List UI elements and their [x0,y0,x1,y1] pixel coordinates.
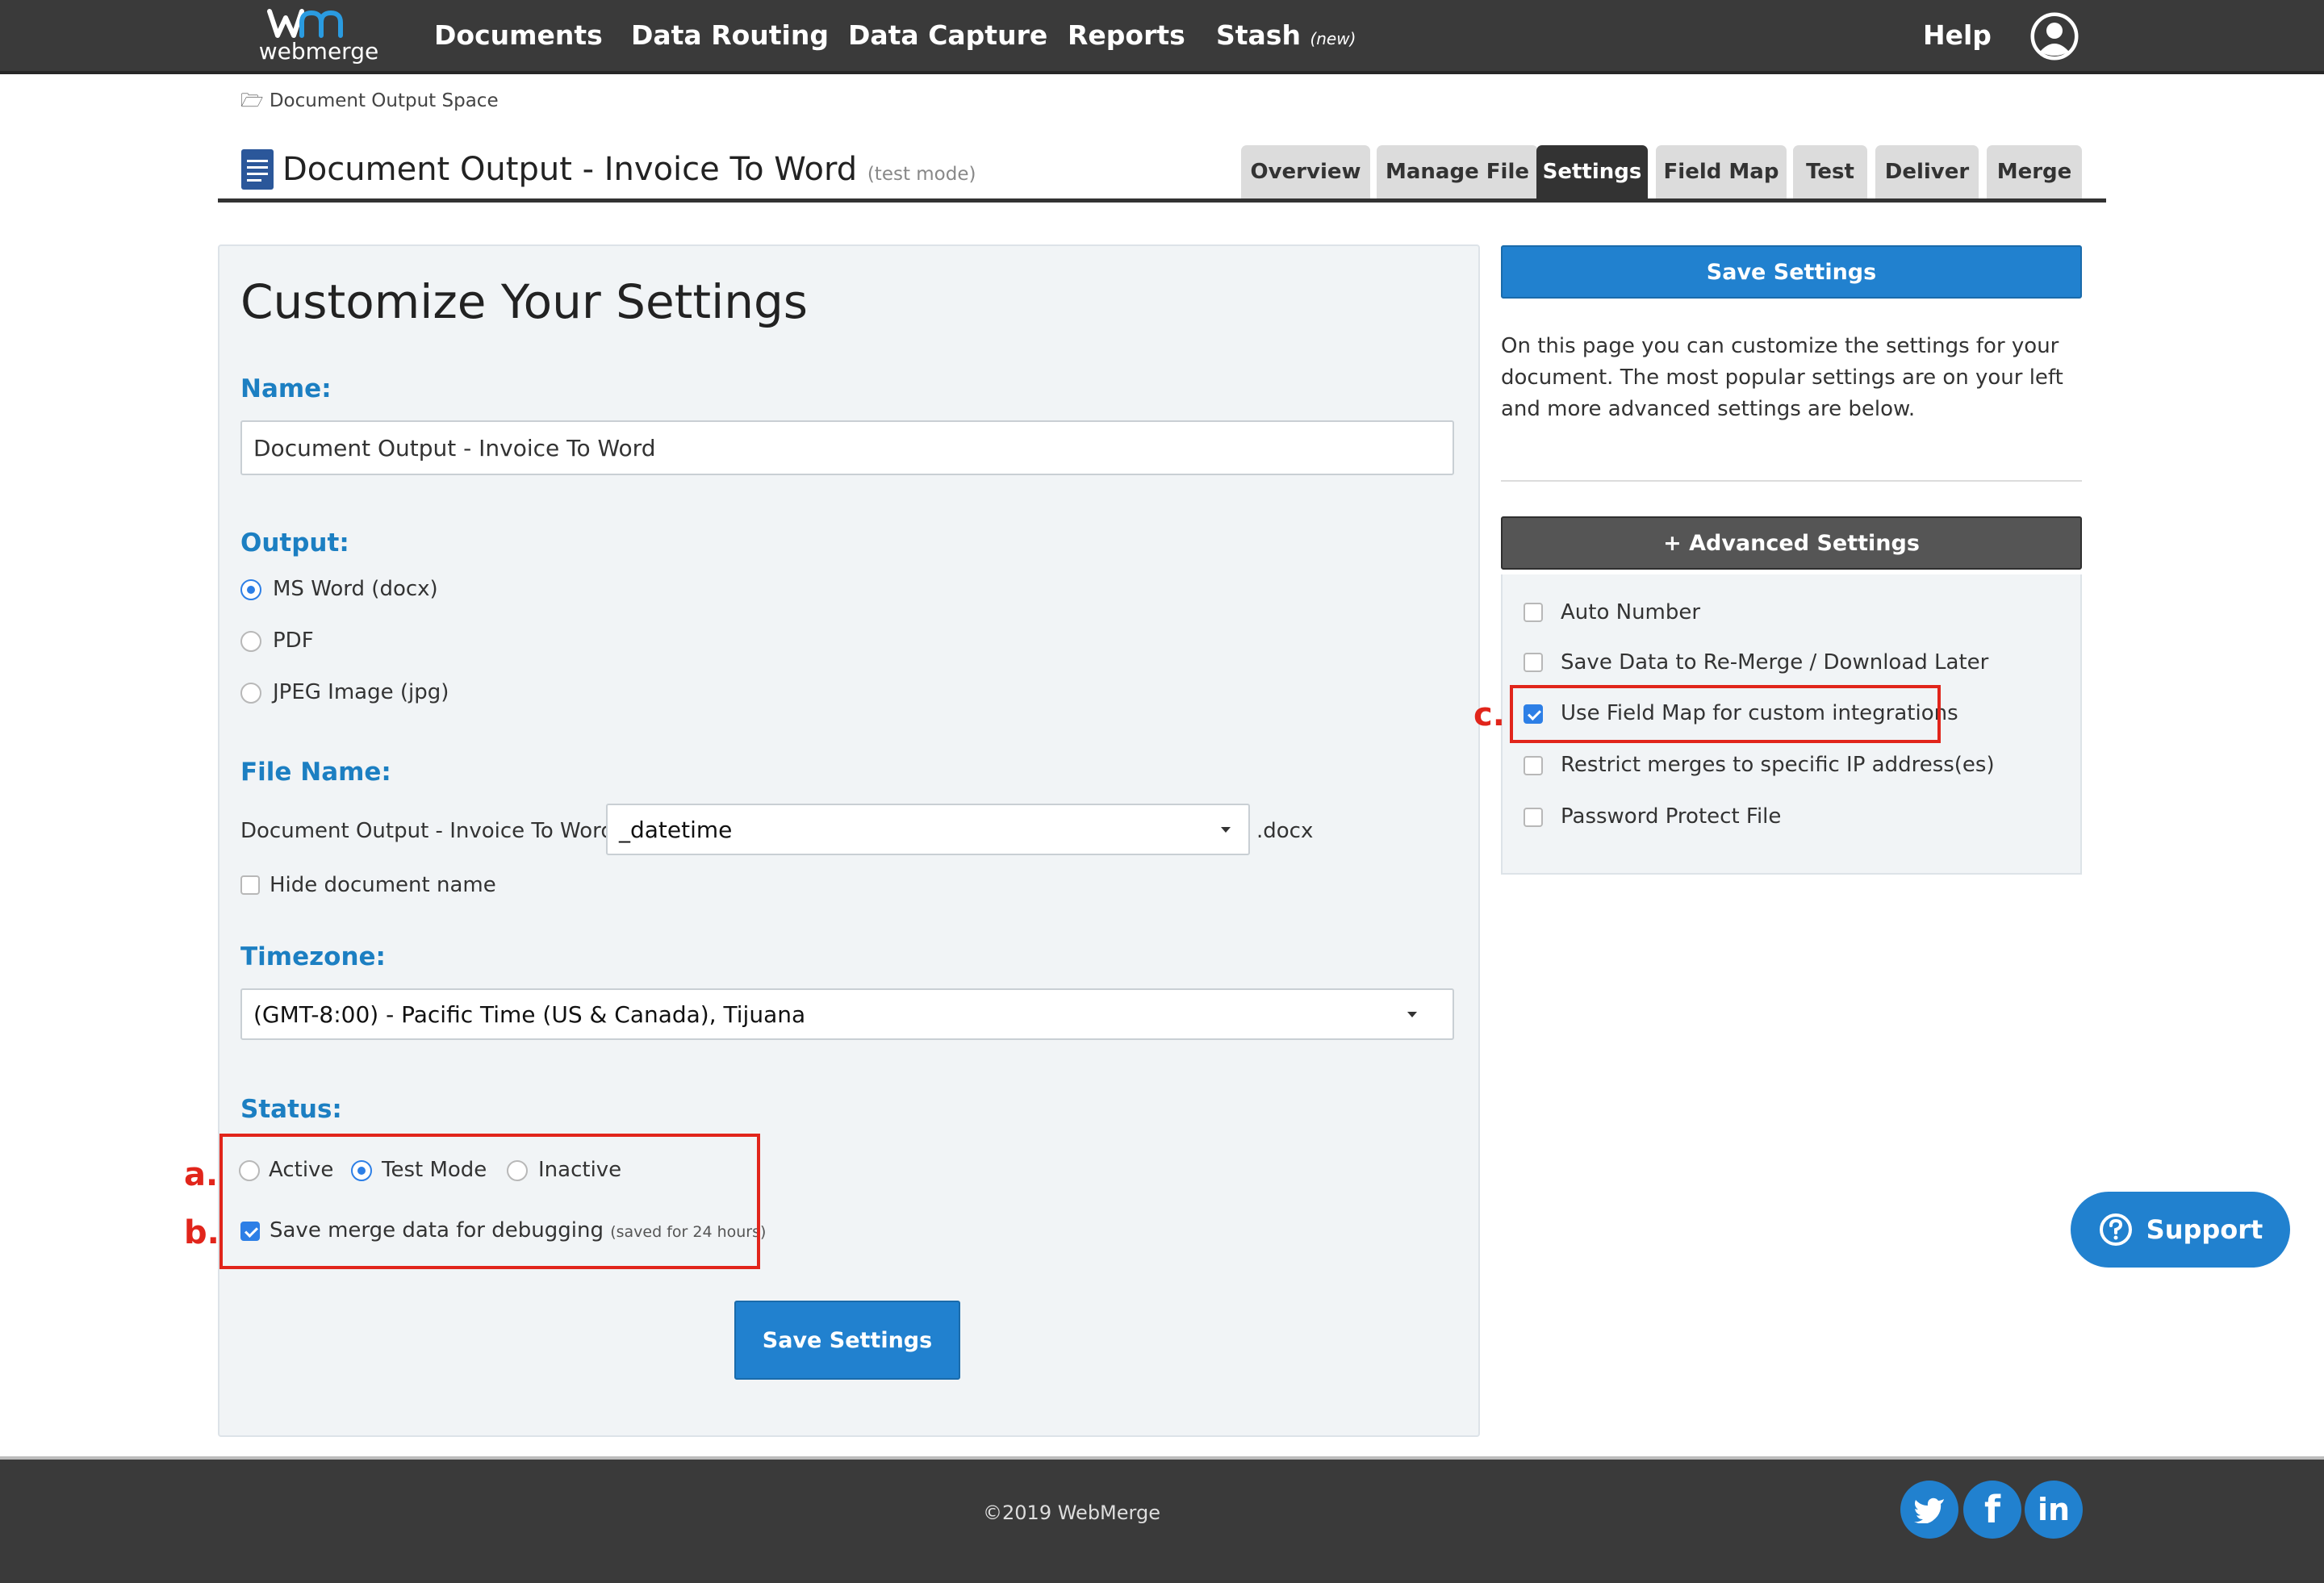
chevron-down-icon [1221,827,1231,833]
nav-stash-badge: (new) [1310,29,1356,48]
nav-data-capture[interactable]: Data Capture [848,18,1047,53]
file-name-label: File Name: [240,758,391,787]
webmerge-logo[interactable]: webmerge [250,5,387,66]
support-label: Support [2146,1214,2263,1245]
page-title: Document Output - Invoice To Word (test … [282,148,976,195]
timezone-select[interactable]: (GMT-8:00) - Pacific Time (US & Canada),… [240,988,1454,1040]
advanced-settings-toggle[interactable]: + Advanced Settings [1501,516,2082,570]
copyright: ©2019 WebMerge [983,1502,1160,1524]
status-label: Status: [240,1095,342,1124]
annotation-box-status [219,1134,760,1269]
tab-merge[interactable]: Merge [1987,145,2082,198]
nav-data-routing[interactable]: Data Routing [631,18,829,53]
hide-name-checkbox[interactable] [240,875,260,895]
help-circle-icon [2099,1213,2132,1246]
tab-underline [218,198,2106,203]
folder-open-icon: 🗁 [240,90,264,111]
file-name-suffix-select[interactable]: _datetime [606,804,1250,855]
output-option-label: PDF [273,629,314,653]
file-name-suffix-value: _datetime [619,816,733,843]
page-title-text: Document Output - Invoice To Word [282,151,858,188]
output-radio-pdf[interactable] [240,631,261,652]
word-document-icon [240,148,274,190]
output-option-label: JPEG Image (jpg) [273,680,449,704]
save-settings-button[interactable]: Save Settings [734,1301,960,1380]
user-avatar-icon[interactable] [2029,11,2079,61]
password-protect-checkbox[interactable] [1524,808,1543,827]
tab-field-map[interactable]: Field Map [1656,145,1787,198]
output-label: Output: [240,528,349,558]
facebook-icon[interactable]: f [1963,1481,2021,1539]
annotation-box-field-map [1510,685,1941,743]
annotation-a: a. [184,1156,219,1193]
restrict-ip-checkbox[interactable] [1524,756,1543,775]
tab-manage-file[interactable]: Manage File [1377,145,1538,198]
name-label: Name: [240,374,332,403]
save-settings-button-top[interactable]: Save Settings [1501,245,2082,299]
output-radio-jpg[interactable] [240,683,261,704]
hide-name-label: Hide document name [270,873,496,897]
settings-heading: Customize Your Settings [240,274,809,329]
nav-help[interactable]: Help [1923,18,1992,53]
advanced-option-label: Password Protect File [1561,804,1782,829]
breadcrumb[interactable]: 🗁 Document Output Space [240,89,499,113]
nav-stash[interactable]: Stash (new) [1216,18,1356,56]
auto-number-checkbox[interactable] [1524,603,1543,622]
annotation-b: b. [184,1214,219,1251]
timezone-value: (GMT-8:00) - Pacific Time (US & Canada),… [253,1000,806,1028]
nav-stash-label: Stash [1216,19,1301,51]
chevron-down-icon [1407,1012,1417,1017]
output-radio-docx[interactable] [240,579,261,600]
nav-reports[interactable]: Reports [1068,18,1185,53]
save-data-checkbox[interactable] [1524,653,1543,672]
nav-documents[interactable]: Documents [434,18,603,53]
tab-test[interactable]: Test [1793,145,1867,198]
divider [1501,480,2082,482]
name-input[interactable]: Document Output - Invoice To Word [240,420,1454,475]
settings-description: On this page you can customize the setti… [1501,334,2063,421]
advanced-option-label: Restrict merges to specific IP address(e… [1561,753,1995,777]
advanced-option-label: Save Data to Re-Merge / Download Later [1561,650,1989,675]
tab-settings[interactable]: Settings [1536,145,1648,198]
support-button[interactable]: Support [2071,1192,2290,1268]
tab-deliver[interactable]: Deliver [1875,145,1979,198]
advanced-option-label: Auto Number [1561,600,1701,624]
twitter-icon[interactable] [1900,1481,1958,1539]
timezone-label: Timezone: [240,942,386,971]
breadcrumb-label: Document Output Space [269,90,499,111]
file-extension: .docx [1256,819,1314,843]
logo-wordmark: webmerge [258,38,379,65]
output-option-label: MS Word (docx) [273,577,438,601]
tab-overview[interactable]: Overview [1241,145,1370,198]
file-name-prefix: Document Output - Invoice To Word - [240,819,629,843]
linkedin-icon[interactable]: in [2025,1481,2083,1539]
annotation-c: c. [1473,696,1505,733]
test-mode-note: (test mode) [867,164,976,185]
